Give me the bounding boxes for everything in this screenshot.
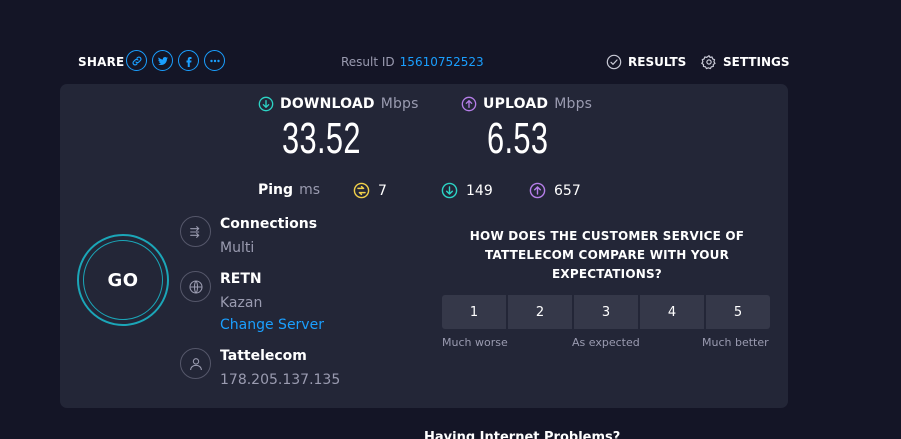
upload-latency-icon xyxy=(529,182,546,199)
ping-download: 149 xyxy=(441,182,493,199)
rating-row: 1 2 3 4 5 xyxy=(442,295,770,329)
rating-option-2[interactable]: 2 xyxy=(508,295,572,329)
ping-upload-value: 657 xyxy=(554,182,581,199)
provider-ip: 178.205.137.135 xyxy=(220,372,341,388)
download-label: DOWNLOAD xyxy=(280,96,375,112)
internet-problems-heading: Having Internet Problems? xyxy=(424,430,621,439)
ping-idle: 7 xyxy=(353,182,387,199)
connections-value[interactable]: Multi xyxy=(220,240,254,256)
link-icon[interactable] xyxy=(126,50,147,71)
results-panel: DOWNLOAD Mbps 33.52 UPLOAD Mbps 6.53 Pin… xyxy=(60,84,788,408)
share-label: SHARE xyxy=(78,55,125,69)
download-metric: DOWNLOAD Mbps 33.52 xyxy=(258,96,419,164)
rating-option-1[interactable]: 1 xyxy=(442,295,506,329)
connections-title: Connections xyxy=(220,216,318,232)
ping-row: Ping ms 7 149 657 xyxy=(258,182,581,199)
upload-header: UPLOAD Mbps xyxy=(461,96,592,112)
check-circle-icon xyxy=(606,54,622,70)
survey-question: HOW DOES THE CUSTOMER SERVICE OF TATTELE… xyxy=(469,229,745,281)
settings-label: SETTINGS xyxy=(723,55,790,69)
rating-option-4[interactable]: 4 xyxy=(640,295,704,329)
user-icon xyxy=(180,348,211,379)
change-server-link[interactable]: Change Server xyxy=(220,317,324,333)
ping-download-value: 149 xyxy=(466,182,493,199)
more-icon[interactable] xyxy=(204,50,225,71)
rating-label-high: Much better xyxy=(702,336,769,349)
upload-metric: UPLOAD Mbps 6.53 xyxy=(461,96,592,164)
rating-option-5[interactable]: 5 xyxy=(706,295,770,329)
rating-label-low: Much worse xyxy=(442,336,508,349)
download-unit: Mbps xyxy=(380,96,419,112)
ping-idle-value: 7 xyxy=(378,182,387,199)
globe-icon xyxy=(180,271,211,302)
upload-label: UPLOAD xyxy=(483,96,549,112)
result-id: Result ID 15610752523 xyxy=(341,55,484,69)
ping-unit: ms xyxy=(299,182,320,198)
provider-name: Tattelecom xyxy=(220,348,307,364)
ping-label: Ping xyxy=(258,182,294,198)
download-latency-icon xyxy=(441,182,458,199)
share-icons xyxy=(126,50,225,71)
ping-upload: 657 xyxy=(529,182,581,199)
results-label: RESULTS xyxy=(628,55,687,69)
download-value: 33.52 xyxy=(282,114,361,163)
facebook-icon[interactable] xyxy=(178,50,199,71)
top-bar: SHARE Result ID 15610752523 RESULTS SETTI… xyxy=(0,0,901,84)
server-name: RETN xyxy=(220,271,262,287)
upload-unit: Mbps xyxy=(554,96,593,112)
result-id-label: Result ID xyxy=(341,55,395,69)
go-button[interactable]: GO xyxy=(77,234,169,326)
settings-button[interactable]: SETTINGS xyxy=(701,54,790,70)
download-header: DOWNLOAD Mbps xyxy=(258,96,419,112)
connections-icon xyxy=(180,216,211,247)
upload-arrow-icon xyxy=(461,96,477,112)
idle-latency-icon xyxy=(353,182,370,199)
gear-icon xyxy=(701,55,716,70)
rating-option-3[interactable]: 3 xyxy=(574,295,638,329)
result-id-link[interactable]: 15610752523 xyxy=(400,55,484,69)
twitter-icon[interactable] xyxy=(152,50,173,71)
server-location: Kazan xyxy=(220,295,263,311)
download-arrow-icon xyxy=(258,96,274,112)
upload-value: 6.53 xyxy=(487,114,549,163)
results-button[interactable]: RESULTS xyxy=(606,54,686,70)
go-label: GO xyxy=(83,240,163,320)
rating-label-mid: As expected xyxy=(572,336,640,349)
